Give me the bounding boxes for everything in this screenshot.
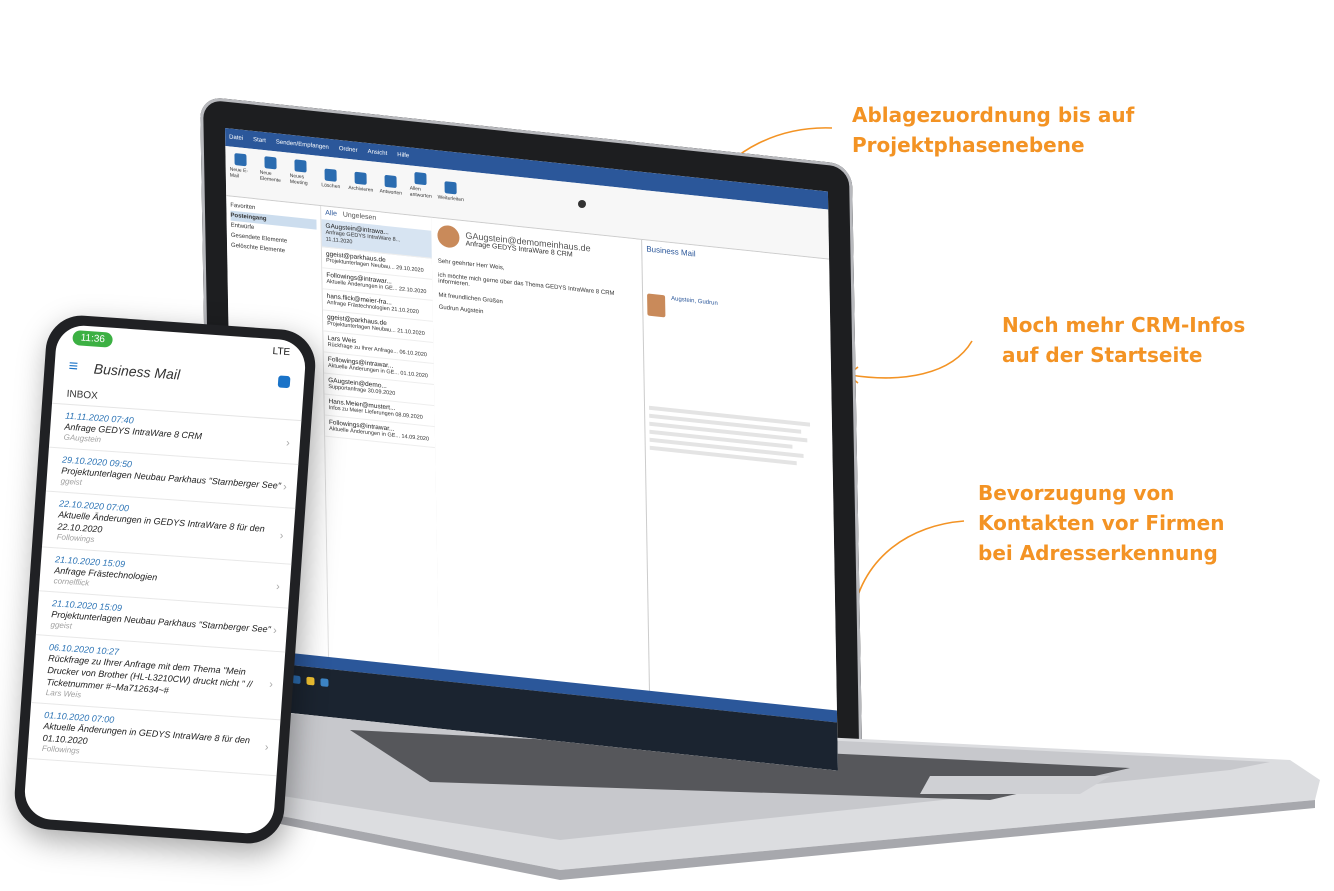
callout-text: Noch mehr CRM-Infos	[1002, 313, 1246, 337]
tab-start[interactable]: Start	[253, 137, 266, 144]
reading-pane: GAugstein@demomeinhaus.de Anfrage GEDYS …	[431, 217, 649, 691]
network-indicator: LTE	[272, 345, 291, 358]
callout-text: Kontakten vor Firmen	[978, 511, 1225, 535]
tab-datei[interactable]: Datei	[229, 134, 243, 141]
delete-button[interactable]: Löschen	[319, 160, 341, 190]
new-meeting-button[interactable]: Neues Meeting	[289, 157, 311, 187]
callout-crm-infos: Noch mehr CRM-Infos auf der Startseite	[1002, 310, 1245, 370]
webcam-icon	[578, 200, 586, 208]
callout-text: Bevorzugung von	[978, 481, 1175, 505]
curved-arrow-icon	[846, 340, 973, 384]
tab-hilfe[interactable]: Hilfe	[397, 152, 409, 159]
clock: 11:36	[72, 329, 114, 348]
curved-arrow-icon	[844, 520, 965, 623]
meeting-icon	[294, 159, 307, 173]
callout-adresserkennung: Bevorzugung von Kontakten vor Firmen bei…	[978, 478, 1224, 568]
crm-activity-list	[649, 405, 829, 469]
chevron-right-icon: ›	[272, 624, 278, 638]
chevron-right-icon: ›	[282, 481, 288, 494]
phone-screen: 11:36 LTE ≡ Business Mail INBOX 11.11.20…	[23, 323, 307, 836]
button-label: Löschen	[321, 182, 341, 191]
button-label: Neues Meeting	[289, 172, 308, 187]
mail-icon	[234, 152, 247, 167]
message-list: Alle Ungelesen GAugstein@intrawa... Anfra…	[321, 206, 441, 669]
outlook-icon[interactable]	[292, 675, 301, 685]
tab-ansicht[interactable]: Ansicht	[368, 149, 388, 157]
reply-icon	[384, 174, 397, 189]
explorer-icon[interactable]	[306, 676, 315, 686]
gear-icon[interactable]	[277, 375, 291, 389]
callout-text: bei Adresserkennung	[978, 541, 1218, 565]
items-icon	[264, 156, 277, 170]
chevron-right-icon: ›	[279, 529, 284, 543]
crm-contact[interactable]: Augstein, Gudrun	[671, 296, 718, 323]
button-label: Neue Elemente	[259, 169, 281, 184]
reply-button[interactable]: Antworten	[379, 166, 403, 197]
delete-icon	[324, 168, 337, 182]
phone: 11:36 LTE ≡ Business Mail INBOX 11.11.20…	[12, 313, 318, 846]
callout-text: Projektphasenebene	[852, 133, 1085, 157]
button-label: Allen antworten	[409, 185, 432, 200]
forward-icon	[444, 181, 457, 195]
contact-avatar	[647, 293, 666, 318]
chevron-right-icon: ›	[285, 437, 291, 450]
laptop-screen: Datei Start Senden/Empfangen Ordner Ansi…	[225, 128, 838, 771]
callout-text: auf der Startseite	[1002, 343, 1203, 367]
reply-all-icon	[414, 171, 427, 186]
tab-senden[interactable]: Senden/Empfangen	[276, 139, 329, 151]
button-label: Antworten	[379, 188, 403, 197]
hamburger-icon[interactable]: ≡	[68, 358, 79, 377]
reply-all-button[interactable]: Allen antworten	[409, 169, 432, 200]
forward-button[interactable]: Weiterleiten	[437, 173, 464, 204]
button-label: Archivieren	[348, 184, 374, 194]
crm-pane: Business Mail Augstein, Gudrun	[641, 239, 837, 711]
chevron-right-icon: ›	[275, 580, 281, 594]
app-icon[interactable]	[320, 678, 329, 687]
avatar	[437, 224, 460, 249]
archive-icon	[354, 171, 367, 185]
filter-all[interactable]: Alle	[325, 210, 337, 218]
app-title: Business Mail	[93, 360, 181, 383]
callout-text: Ablagezuordnung bis auf	[852, 103, 1135, 127]
button-label: Weiterleiten	[437, 194, 464, 204]
chevron-right-icon: ›	[264, 741, 269, 754]
new-items-button[interactable]: Neue Elemente	[259, 154, 281, 184]
filter-unread[interactable]: Ungelesen	[343, 211, 377, 222]
archive-button[interactable]: Archivieren	[348, 163, 374, 194]
chevron-right-icon: ›	[268, 678, 274, 691]
button-label: Neue E-Mail	[229, 166, 249, 180]
callout-ablagezuordnung: Ablagezuordnung bis auf Projektphasenebe…	[852, 100, 1134, 160]
tab-ordner[interactable]: Ordner	[339, 146, 358, 154]
new-mail-button[interactable]: Neue E-Mail	[229, 150, 251, 180]
